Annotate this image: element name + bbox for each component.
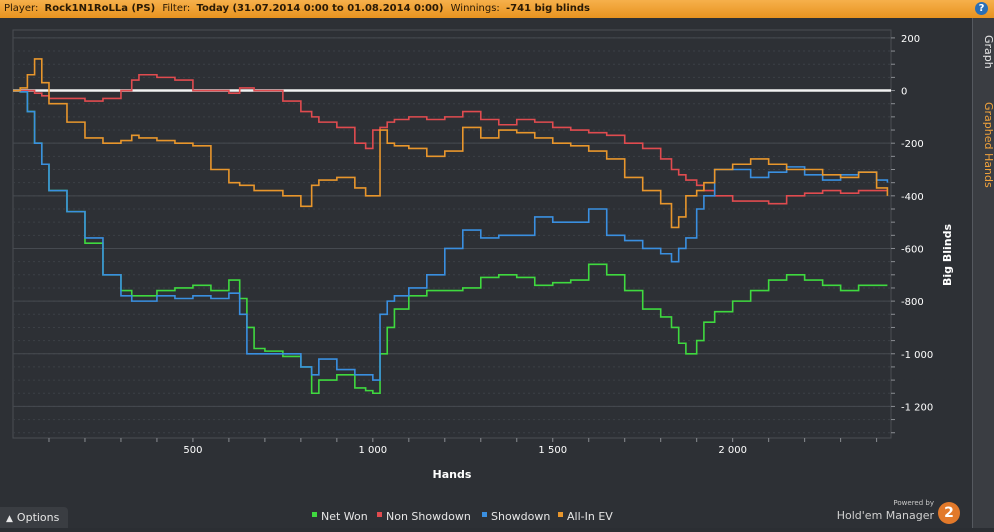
legend-swatch-showdown — [482, 512, 487, 517]
y-tick-label: -1 000 — [901, 350, 933, 361]
y-tick-label: -1 200 — [901, 402, 933, 413]
brand-name: Hold'em Manager — [836, 509, 934, 522]
header-bar: Player: Rock1N1RoLLa (PS) Filter: Today … — [0, 0, 994, 18]
legend-label-showdown: Showdown — [491, 510, 550, 523]
tab-graphed-hands[interactable]: Graphed Hands — [973, 90, 994, 200]
legend: Net Won Non Showdown Showdown All-In EV — [312, 510, 613, 523]
sidebar: Graph Graphed Hands — [972, 18, 994, 528]
winnings-value: -741 big blinds — [506, 3, 590, 14]
y-tick-label: -200 — [901, 139, 924, 150]
legend-swatch-net-won — [312, 512, 317, 517]
y-axis-label: Big Blinds — [941, 224, 954, 286]
brand-logo: Powered by Hold'em Manager 2 — [836, 499, 964, 527]
y-tick-label: 200 — [901, 34, 920, 45]
legend-label-all-in-ev: All-In EV — [567, 510, 613, 523]
bankroll-chart: 500 1 000 1 500 2 000 200 0 -200 -400 -600 -800 -… — [12, 29, 954, 523]
y-tick-label: -400 — [901, 192, 924, 203]
legend-swatch-non-showdown — [377, 512, 382, 517]
powered-by-text: Powered by — [893, 499, 934, 507]
filter-value[interactable]: Today (31.07.2014 0:00 to 01.08.2014 0:0… — [197, 0, 444, 18]
x-tick-label: 1 000 — [359, 445, 388, 456]
y-tick-label: 0 — [901, 87, 907, 98]
legend-label-non-showdown: Non Showdown — [386, 510, 471, 523]
winnings-label: Winnings: — [450, 3, 500, 14]
y-tick-label: -600 — [901, 244, 924, 255]
options-label: Options — [16, 511, 60, 524]
brand-badge: 2 — [938, 502, 960, 524]
player-label: Player: — [4, 3, 39, 14]
legend-label-net-won: Net Won — [321, 510, 368, 523]
question-icon[interactable]: ? — [975, 2, 988, 15]
tab-graph[interactable]: Graph — [973, 28, 994, 76]
player-value: Rock1N1RoLLa (PS) — [44, 3, 156, 14]
y-tick-label: -800 — [901, 297, 924, 308]
x-axis-label: Hands — [433, 468, 472, 481]
x-tick-label: 500 — [183, 445, 202, 456]
chevron-up-icon: ▲ — [6, 514, 13, 524]
filter-label: Filter: — [162, 3, 191, 14]
x-tick-label: 2 000 — [718, 445, 747, 456]
legend-swatch-all-in-ev — [558, 512, 563, 517]
graph-panel: 500 1 000 1 500 2 000 200 0 -200 -400 -600 -800 -… — [0, 18, 972, 528]
options-button[interactable]: ▲ Options — [0, 507, 68, 528]
x-tick-label: 1 500 — [538, 445, 567, 456]
